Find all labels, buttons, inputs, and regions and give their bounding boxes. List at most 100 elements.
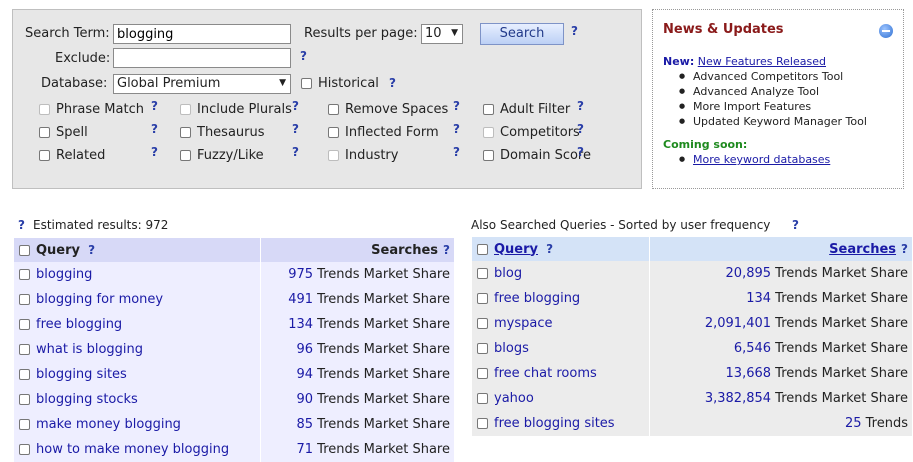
option-checkbox[interactable] <box>180 104 191 115</box>
option-checkbox[interactable] <box>328 127 339 138</box>
help-icon[interactable]: ? <box>292 145 299 159</box>
row-checkbox[interactable] <box>18 294 30 305</box>
option-checkbox[interactable] <box>39 104 50 115</box>
query-link[interactable]: blogging stocks <box>36 392 138 407</box>
help-icon[interactable]: ? <box>453 145 460 159</box>
collapse-icon[interactable] <box>879 24 893 38</box>
help-icon[interactable]: ? <box>18 218 25 232</box>
help-icon[interactable]: ? <box>292 99 299 113</box>
trends-market-share-links[interactable]: Trends Market Share <box>775 391 908 406</box>
help-icon[interactable]: ? <box>443 243 450 257</box>
select-all-checkbox[interactable] <box>476 243 488 255</box>
row-checkbox[interactable] <box>476 343 488 354</box>
option-fuzzy-like[interactable]: Fuzzy/Like <box>180 148 264 163</box>
query-link[interactable]: free blogging <box>36 317 122 332</box>
trends-market-share-links[interactable]: Trends Market Share <box>775 266 908 281</box>
query-link[interactable]: myspace <box>494 316 553 331</box>
option-checkbox[interactable] <box>483 127 494 138</box>
query-link[interactable]: what is blogging <box>36 342 143 357</box>
option-checkbox[interactable] <box>180 150 191 161</box>
query-header[interactable]: Query <box>494 242 538 257</box>
trends-market-share-links[interactable]: Trends Market Share <box>317 292 450 307</box>
trends-market-share-links[interactable]: Trends Market Share <box>317 267 450 282</box>
trends-market-share-links[interactable]: Trends Market Share <box>775 291 908 306</box>
row-checkbox[interactable] <box>476 293 488 304</box>
help-icon[interactable]: ? <box>453 122 460 136</box>
option-checkbox[interactable] <box>39 150 50 161</box>
row-checkbox[interactable] <box>476 318 488 329</box>
row-checkbox[interactable] <box>18 344 30 355</box>
trends-market-share-links[interactable]: Trends Market Share <box>775 316 908 331</box>
exclude-input[interactable] <box>113 48 291 68</box>
searches-header[interactable]: Searches <box>829 242 896 257</box>
trends-market-share-links[interactable]: Trends Market Share <box>317 417 450 432</box>
trends-market-share-links[interactable]: Trends Market Share <box>317 367 450 382</box>
option-phrase-match[interactable]: Phrase Match <box>39 102 144 117</box>
help-icon[interactable]: ? <box>300 49 307 63</box>
query-link[interactable]: how to make money blogging <box>36 442 229 457</box>
help-icon[interactable]: ? <box>577 99 584 113</box>
option-include-plurals[interactable]: Include Plurals <box>180 102 292 117</box>
help-icon[interactable]: ? <box>577 145 584 159</box>
option-checkbox[interactable] <box>483 104 494 115</box>
help-icon[interactable]: ? <box>792 218 799 232</box>
trends-market-share-links[interactable]: Trends Market Share <box>317 392 450 407</box>
query-link[interactable]: blogging <box>36 267 92 282</box>
option-domain-score[interactable]: Domain Score <box>483 148 591 163</box>
option-competitors[interactable]: Competitors <box>483 125 580 140</box>
search-button[interactable]: Search <box>480 23 564 45</box>
help-icon[interactable]: ? <box>151 145 158 159</box>
help-icon[interactable]: ? <box>151 122 158 136</box>
query-link[interactable]: free blogging <box>494 291 580 306</box>
new-features-link[interactable]: New Features Released <box>698 55 826 68</box>
help-icon[interactable]: ? <box>571 24 578 38</box>
select-all-checkbox[interactable] <box>18 244 30 256</box>
option-checkbox[interactable] <box>328 104 339 115</box>
query-link[interactable]: free chat rooms <box>494 366 597 381</box>
row-checkbox[interactable] <box>476 418 488 429</box>
query-link[interactable]: blogs <box>494 341 529 356</box>
option-spell[interactable]: Spell <box>39 125 88 140</box>
trends-market-share-links[interactable]: Trends Market Share <box>317 442 450 457</box>
option-related[interactable]: Related <box>39 148 105 163</box>
help-icon[interactable]: ? <box>389 76 396 90</box>
help-icon[interactable]: ? <box>453 99 460 113</box>
trends-market-share-links[interactable]: Trends Market Share <box>317 342 450 357</box>
query-link[interactable]: free blogging sites <box>494 416 615 431</box>
help-icon[interactable]: ? <box>151 99 158 113</box>
results-per-page-select[interactable]: 10 ▼ <box>421 24 463 44</box>
help-icon[interactable]: ? <box>88 243 95 257</box>
historical-checkbox[interactable] <box>301 78 312 89</box>
help-icon[interactable]: ? <box>292 122 299 136</box>
query-header[interactable]: Query <box>36 243 80 258</box>
query-link[interactable]: blogging for money <box>36 292 163 307</box>
row-checkbox[interactable] <box>18 269 30 280</box>
row-checkbox[interactable] <box>476 368 488 379</box>
row-checkbox[interactable] <box>18 419 30 430</box>
row-checkbox[interactable] <box>476 393 488 404</box>
option-industry[interactable]: Industry <box>328 148 398 163</box>
option-remove-spaces[interactable]: Remove Spaces <box>328 102 448 117</box>
option-checkbox[interactable] <box>328 150 339 161</box>
trends-market-share-links[interactable]: Trends Market Share <box>775 341 908 356</box>
historical-option[interactable]: Historical ? <box>301 76 396 91</box>
row-checkbox[interactable] <box>18 394 30 405</box>
query-link[interactable]: blogging sites <box>36 367 127 382</box>
option-checkbox[interactable] <box>39 127 50 138</box>
row-checkbox[interactable] <box>18 369 30 380</box>
help-icon[interactable]: ? <box>546 242 553 256</box>
database-select[interactable]: Global Premium ▼ <box>113 74 291 94</box>
query-link[interactable]: blog <box>494 266 522 281</box>
search-term-input[interactable] <box>113 24 291 44</box>
searches-header[interactable]: Searches <box>371 243 438 258</box>
query-link[interactable]: yahoo <box>494 391 534 406</box>
option-thesaurus[interactable]: Thesaurus <box>180 125 265 140</box>
option-adult-filter[interactable]: Adult Filter <box>483 102 570 117</box>
trends-market-share-links[interactable]: Trends Market Share <box>317 317 450 332</box>
trends-market-share-links[interactable]: Trends Market Share <box>775 366 908 381</box>
help-icon[interactable]: ? <box>901 242 908 256</box>
option-checkbox[interactable] <box>180 127 191 138</box>
query-link[interactable]: make money blogging <box>36 417 181 432</box>
option-checkbox[interactable] <box>483 150 494 161</box>
help-icon[interactable]: ? <box>577 122 584 136</box>
